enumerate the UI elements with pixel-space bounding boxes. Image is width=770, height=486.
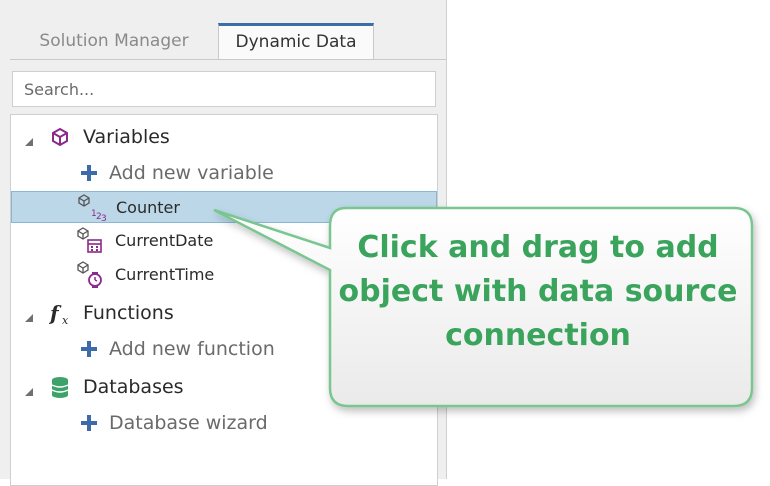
add-new-variable[interactable]: Add new variable xyxy=(11,157,437,189)
collapse-arrow-icon[interactable] xyxy=(24,382,34,401)
plus-icon xyxy=(80,414,98,436)
counter-variable-icon: 1 2 3 xyxy=(78,194,112,226)
databases-label: Databases xyxy=(83,376,184,398)
variables-label: Variables xyxy=(83,126,170,148)
callout-text: Click and drag to add object with data s… xyxy=(336,226,740,358)
database-wizard[interactable]: Database wizard xyxy=(11,407,437,439)
currenttime-label: CurrentTime xyxy=(115,265,215,284)
variable-counter[interactable]: 1 2 3 Counter xyxy=(11,191,437,226)
counter-label: Counter xyxy=(116,198,180,217)
plus-icon xyxy=(80,164,98,186)
svg-text:3: 3 xyxy=(101,214,107,222)
callout-line-3: connection xyxy=(445,318,631,353)
currentdate-label: CurrentDate xyxy=(115,231,214,250)
tree-node-variables[interactable]: Variables xyxy=(11,121,437,153)
callout-line-2: object with data source xyxy=(338,274,738,309)
functions-label: Functions xyxy=(83,302,174,324)
database-wizard-label: Database wizard xyxy=(109,412,268,434)
svg-text:x: x xyxy=(62,314,69,327)
plus-icon xyxy=(80,340,98,362)
collapse-arrow-icon[interactable] xyxy=(24,308,34,327)
date-variable-icon xyxy=(77,227,111,259)
search-input[interactable] xyxy=(12,71,436,107)
collapse-arrow-icon[interactable] xyxy=(24,132,34,151)
svg-text:f: f xyxy=(49,301,62,325)
time-variable-icon xyxy=(77,261,111,293)
function-fx-icon: f x xyxy=(48,301,75,331)
add-new-function-label: Add new function xyxy=(109,338,275,360)
database-icon xyxy=(49,376,71,402)
tab-dynamic-data[interactable]: Dynamic Data xyxy=(218,23,374,59)
callout-line-1: Click and drag to add xyxy=(357,230,719,265)
tab-divider xyxy=(10,59,446,60)
tab-solution-manager[interactable]: Solution Manager xyxy=(12,23,216,59)
tree-node-databases[interactable]: Databases xyxy=(11,371,437,403)
panel-tabs: Solution Manager Dynamic Data xyxy=(0,0,446,60)
add-new-variable-label: Add new variable xyxy=(109,162,274,184)
variable-cube-icon xyxy=(50,127,70,151)
